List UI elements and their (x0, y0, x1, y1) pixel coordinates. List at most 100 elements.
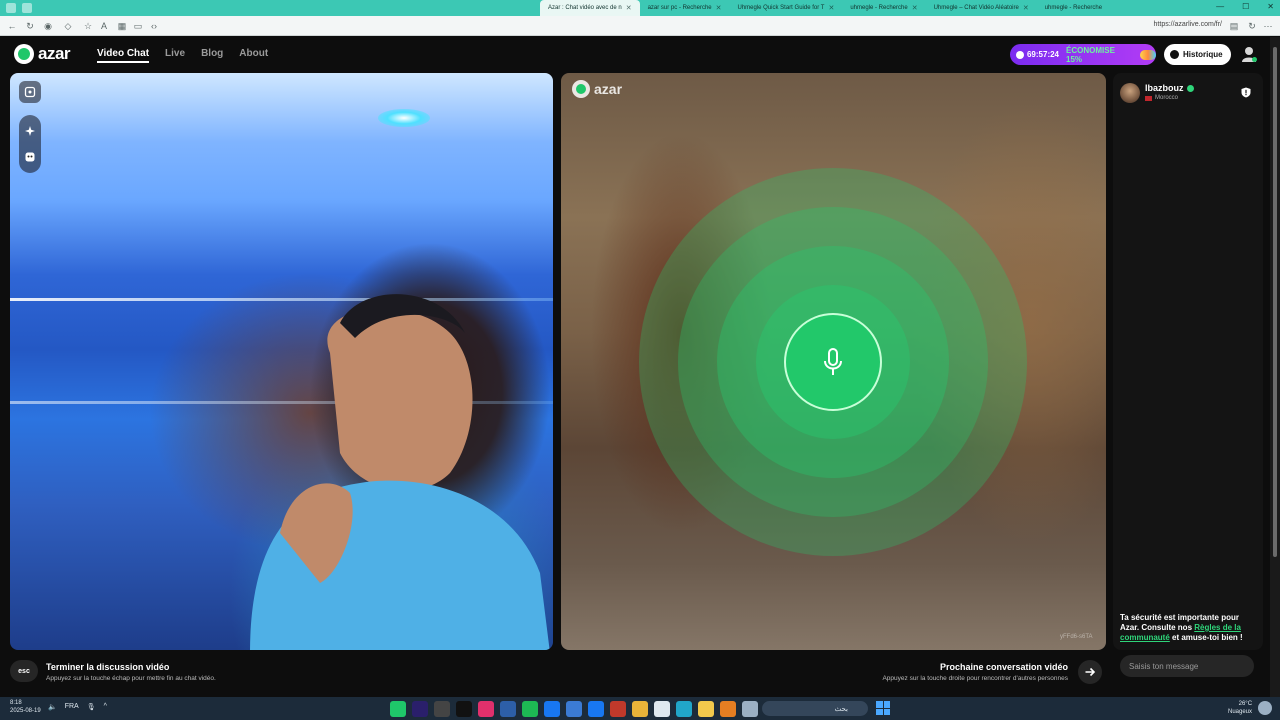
message-input[interactable] (1129, 661, 1249, 671)
history-button[interactable]: Historique (1164, 44, 1231, 65)
browser-menu-icon[interactable]: ⋯ (1262, 20, 1274, 32)
app-icon-media[interactable] (610, 701, 626, 717)
app-icon-azar[interactable] (390, 701, 406, 717)
tab-label: azar sur pc - Recherche (647, 5, 712, 11)
azar-logo[interactable]: azar (14, 44, 71, 64)
tab-label: uhmegle - Recherche (1044, 5, 1103, 11)
extension-icon[interactable]: ◉ (42, 20, 54, 32)
logo-icon (14, 44, 34, 64)
tab-actions-icon[interactable]: ▭ (132, 20, 144, 32)
taskbar-search[interactable]: بحث (762, 701, 868, 716)
back-icon[interactable]: ← (6, 20, 18, 32)
app-icon-explorer[interactable] (698, 701, 714, 717)
code-icon[interactable]: ‹› (148, 20, 160, 32)
clock-time: 8:18 (10, 700, 22, 706)
browser-tab-bar: Azar : Chat vidéo avec de n ✕ azar sur pc… (0, 0, 1280, 16)
tray-chevron-icon[interactable]: ^ (104, 703, 107, 711)
split-screen-icon[interactable]: ▦ (116, 20, 128, 32)
notification-icon[interactable] (1258, 701, 1272, 715)
sparkle-effects-icon[interactable] (24, 125, 36, 137)
message-input-box (1120, 655, 1254, 677)
app-icon-chrome[interactable] (632, 701, 648, 717)
page-scrollbar[interactable] (1270, 37, 1280, 697)
scrollbar-thumb[interactable] (1273, 47, 1277, 557)
tab-close-icon[interactable]: ✕ (716, 4, 722, 12)
promo-timer-button[interactable]: 69:57:24 ÉCONOMISE 15% (1010, 44, 1156, 65)
logo-icon (572, 80, 590, 98)
safety-text-2: et amuse-toi bien ! (1169, 633, 1243, 642)
partner-profile[interactable]: lbazbouz Morocco (1120, 83, 1194, 103)
clock-icon (1016, 50, 1024, 59)
window-controls: — ☐ ✕ (1216, 2, 1274, 11)
weather-widget[interactable]: 26°C Nuageux (1228, 700, 1252, 716)
minimize-icon[interactable]: — (1216, 2, 1224, 11)
reload-icon[interactable]: ↻ (1246, 20, 1258, 32)
app-icon-instagram[interactable] (478, 701, 494, 717)
app-icon-chatgpt[interactable] (434, 701, 450, 717)
clock-date: 2025-08-19 (10, 708, 41, 714)
partner-username-row: lbazbouz (1145, 83, 1194, 93)
main-nav: Video Chat Live Blog About (97, 48, 268, 63)
browser-tab[interactable]: uhmegle - Recherche (1037, 0, 1110, 16)
collections-icon[interactable]: ◇ (62, 20, 74, 32)
tab-close-icon[interactable]: ✕ (626, 4, 632, 12)
report-shield-icon[interactable] (1241, 87, 1251, 98)
profile-icon[interactable] (1240, 45, 1258, 63)
read-aloud-icon[interactable]: A (98, 20, 110, 32)
tab-close-icon[interactable]: ✕ (828, 4, 834, 12)
app-icon-spotify[interactable] (522, 701, 538, 717)
partner-logo-text: azar (594, 81, 623, 97)
promo-label: ÉCONOMISE 15% (1066, 45, 1115, 64)
microphone-icon (824, 348, 842, 375)
safety-notice: Ta sécurité est importante pour Azar. Co… (1120, 613, 1256, 643)
app-icon-facebook-2[interactable] (588, 701, 604, 717)
mask-filter-icon[interactable] (24, 151, 36, 163)
esc-key-button[interactable]: esc (10, 660, 38, 682)
app-icon-tiktok[interactable] (456, 701, 472, 717)
taskbar-clock[interactable]: 8:18 2025-08-19 (10, 699, 41, 715)
url-field[interactable]: https://azarlive.com/fr/ (1154, 21, 1222, 28)
maximize-icon[interactable]: ☐ (1242, 2, 1249, 11)
next-chat-button[interactable] (1078, 660, 1102, 684)
start-button-icon[interactable] (876, 701, 890, 715)
page-settings-icon[interactable]: ▤ (1228, 20, 1240, 32)
app-icon-facebook[interactable] (544, 701, 560, 717)
browser-tab[interactable]: azar sur pc - Recherche ✕ (640, 0, 730, 16)
favorite-icon[interactable]: ☆ (82, 20, 94, 32)
next-chat-subtitle: Appuyez sur la touche droite pour rencon… (882, 675, 1068, 682)
mic-tray-icon[interactable]: 🎙 (87, 703, 96, 711)
nav-video-chat[interactable]: Video Chat (97, 48, 150, 63)
morocco-flag-icon (1145, 95, 1152, 101)
app-icon-app[interactable] (720, 701, 736, 717)
app-icon-premiere[interactable] (412, 701, 428, 717)
self-video (10, 73, 553, 650)
fullscreen-button[interactable] (19, 81, 41, 103)
tab-close-icon[interactable]: ✕ (912, 4, 918, 12)
partner-username: lbazbouz (1145, 83, 1184, 93)
tab-close-icon[interactable]: ✕ (1023, 4, 1029, 12)
language-indicator[interactable]: FRA (65, 703, 79, 711)
close-window-icon[interactable]: ✕ (1267, 2, 1274, 11)
browser-tab[interactable]: Uhmegle – Chat Vidéo Aléatoire ✕ (926, 0, 1037, 16)
browser-workspaces-icon[interactable] (22, 3, 32, 13)
app-icon-window[interactable] (742, 701, 758, 717)
refresh-icon[interactable]: ↻ (24, 20, 36, 32)
nav-live[interactable]: Live (165, 48, 185, 63)
weather-desc: Nuageux (1228, 709, 1253, 715)
browser-tab[interactable]: uhmegle - Recherche ✕ (842, 0, 925, 16)
volume-icon[interactable]: 🔈 (48, 703, 57, 711)
person-silhouette (250, 294, 550, 650)
weather-temp: 26°C (1238, 701, 1253, 707)
browser-tab[interactable]: Azar : Chat vidéo avec de n ✕ (540, 0, 640, 16)
tab-label: Azar : Chat vidéo avec de n (548, 5, 622, 11)
nav-blog[interactable]: Blog (201, 48, 223, 63)
app-icon-photoshop[interactable] (500, 701, 516, 717)
arrow-right-icon (1085, 667, 1096, 677)
app-icon-calculator[interactable] (654, 701, 670, 717)
app-icon-store[interactable] (566, 701, 582, 717)
partner-id: yFFd6-s6TA (1060, 634, 1093, 640)
nav-about[interactable]: About (239, 48, 268, 63)
browser-profile-icon[interactable] (6, 3, 16, 13)
browser-tab[interactable]: Uhmegle Quick Start Guide for T ✕ (730, 0, 843, 16)
app-icon-edge[interactable] (676, 701, 692, 717)
